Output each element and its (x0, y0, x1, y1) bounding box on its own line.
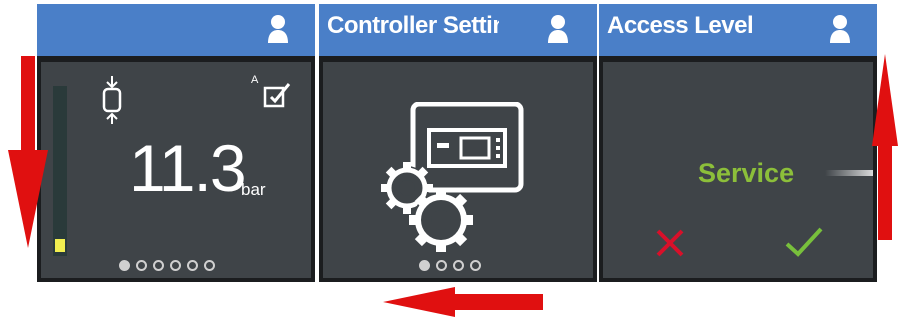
arrow-left-icon (383, 287, 543, 317)
screen-header (37, 4, 315, 56)
page-dot[interactable] (453, 260, 464, 271)
screen-header: Controller Setting (319, 4, 597, 56)
access-level-value[interactable]: Service (698, 158, 794, 189)
confirm-icon[interactable] (785, 226, 823, 258)
pagination (119, 260, 215, 271)
user-icon[interactable] (547, 14, 569, 44)
screen-title: Access Level (607, 12, 754, 39)
page-dot[interactable] (153, 260, 164, 271)
pressure-value: 11.3 (129, 131, 247, 205)
cancel-icon[interactable] (655, 228, 685, 258)
controller-settings-icon[interactable] (377, 102, 527, 252)
page-dot[interactable] (419, 260, 430, 271)
pagination (419, 260, 481, 271)
screen-panel: Service (603, 62, 873, 278)
user-icon[interactable] (267, 14, 289, 44)
screen-header: Access Level (599, 4, 877, 56)
pressure-unit: bar (241, 180, 266, 199)
page-dot[interactable] (204, 260, 215, 271)
mode-letter: A (251, 74, 259, 86)
user-icon[interactable] (829, 14, 851, 44)
access-level-screen: Access Level Service (599, 4, 877, 282)
controller-setting-screen: Controller Setting (319, 4, 597, 282)
page-dot[interactable] (119, 260, 130, 271)
arrow-down-icon (8, 56, 48, 248)
arrow-up-icon (872, 54, 898, 240)
level-bar (53, 86, 67, 256)
page-dot[interactable] (187, 260, 198, 271)
edit-checkbox-icon[interactable] (263, 82, 291, 108)
page-dot[interactable] (470, 260, 481, 271)
pressure-screen: A 11.3 bar (37, 4, 315, 282)
page-dot[interactable] (170, 260, 181, 271)
level-fill (55, 239, 65, 252)
screen-title: Controller Setting (327, 12, 499, 39)
page-dot[interactable] (436, 260, 447, 271)
page-dot[interactable] (136, 260, 147, 271)
screen-panel: A 11.3 bar (41, 62, 311, 278)
screen-panel (323, 62, 593, 278)
scroll-indicator (825, 170, 873, 176)
compress-icon[interactable] (101, 76, 123, 124)
